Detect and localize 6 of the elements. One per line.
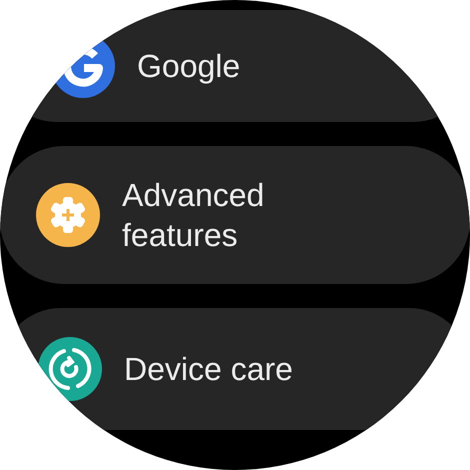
settings-item[interactable]: Advanced features	[0, 146, 470, 284]
refresh-cycle-icon	[38, 337, 102, 401]
item-label: Device care	[124, 350, 293, 389]
item-label: Google	[137, 47, 240, 86]
item-label: Advanced features	[122, 176, 266, 255]
gear-plus-icon	[36, 183, 100, 247]
